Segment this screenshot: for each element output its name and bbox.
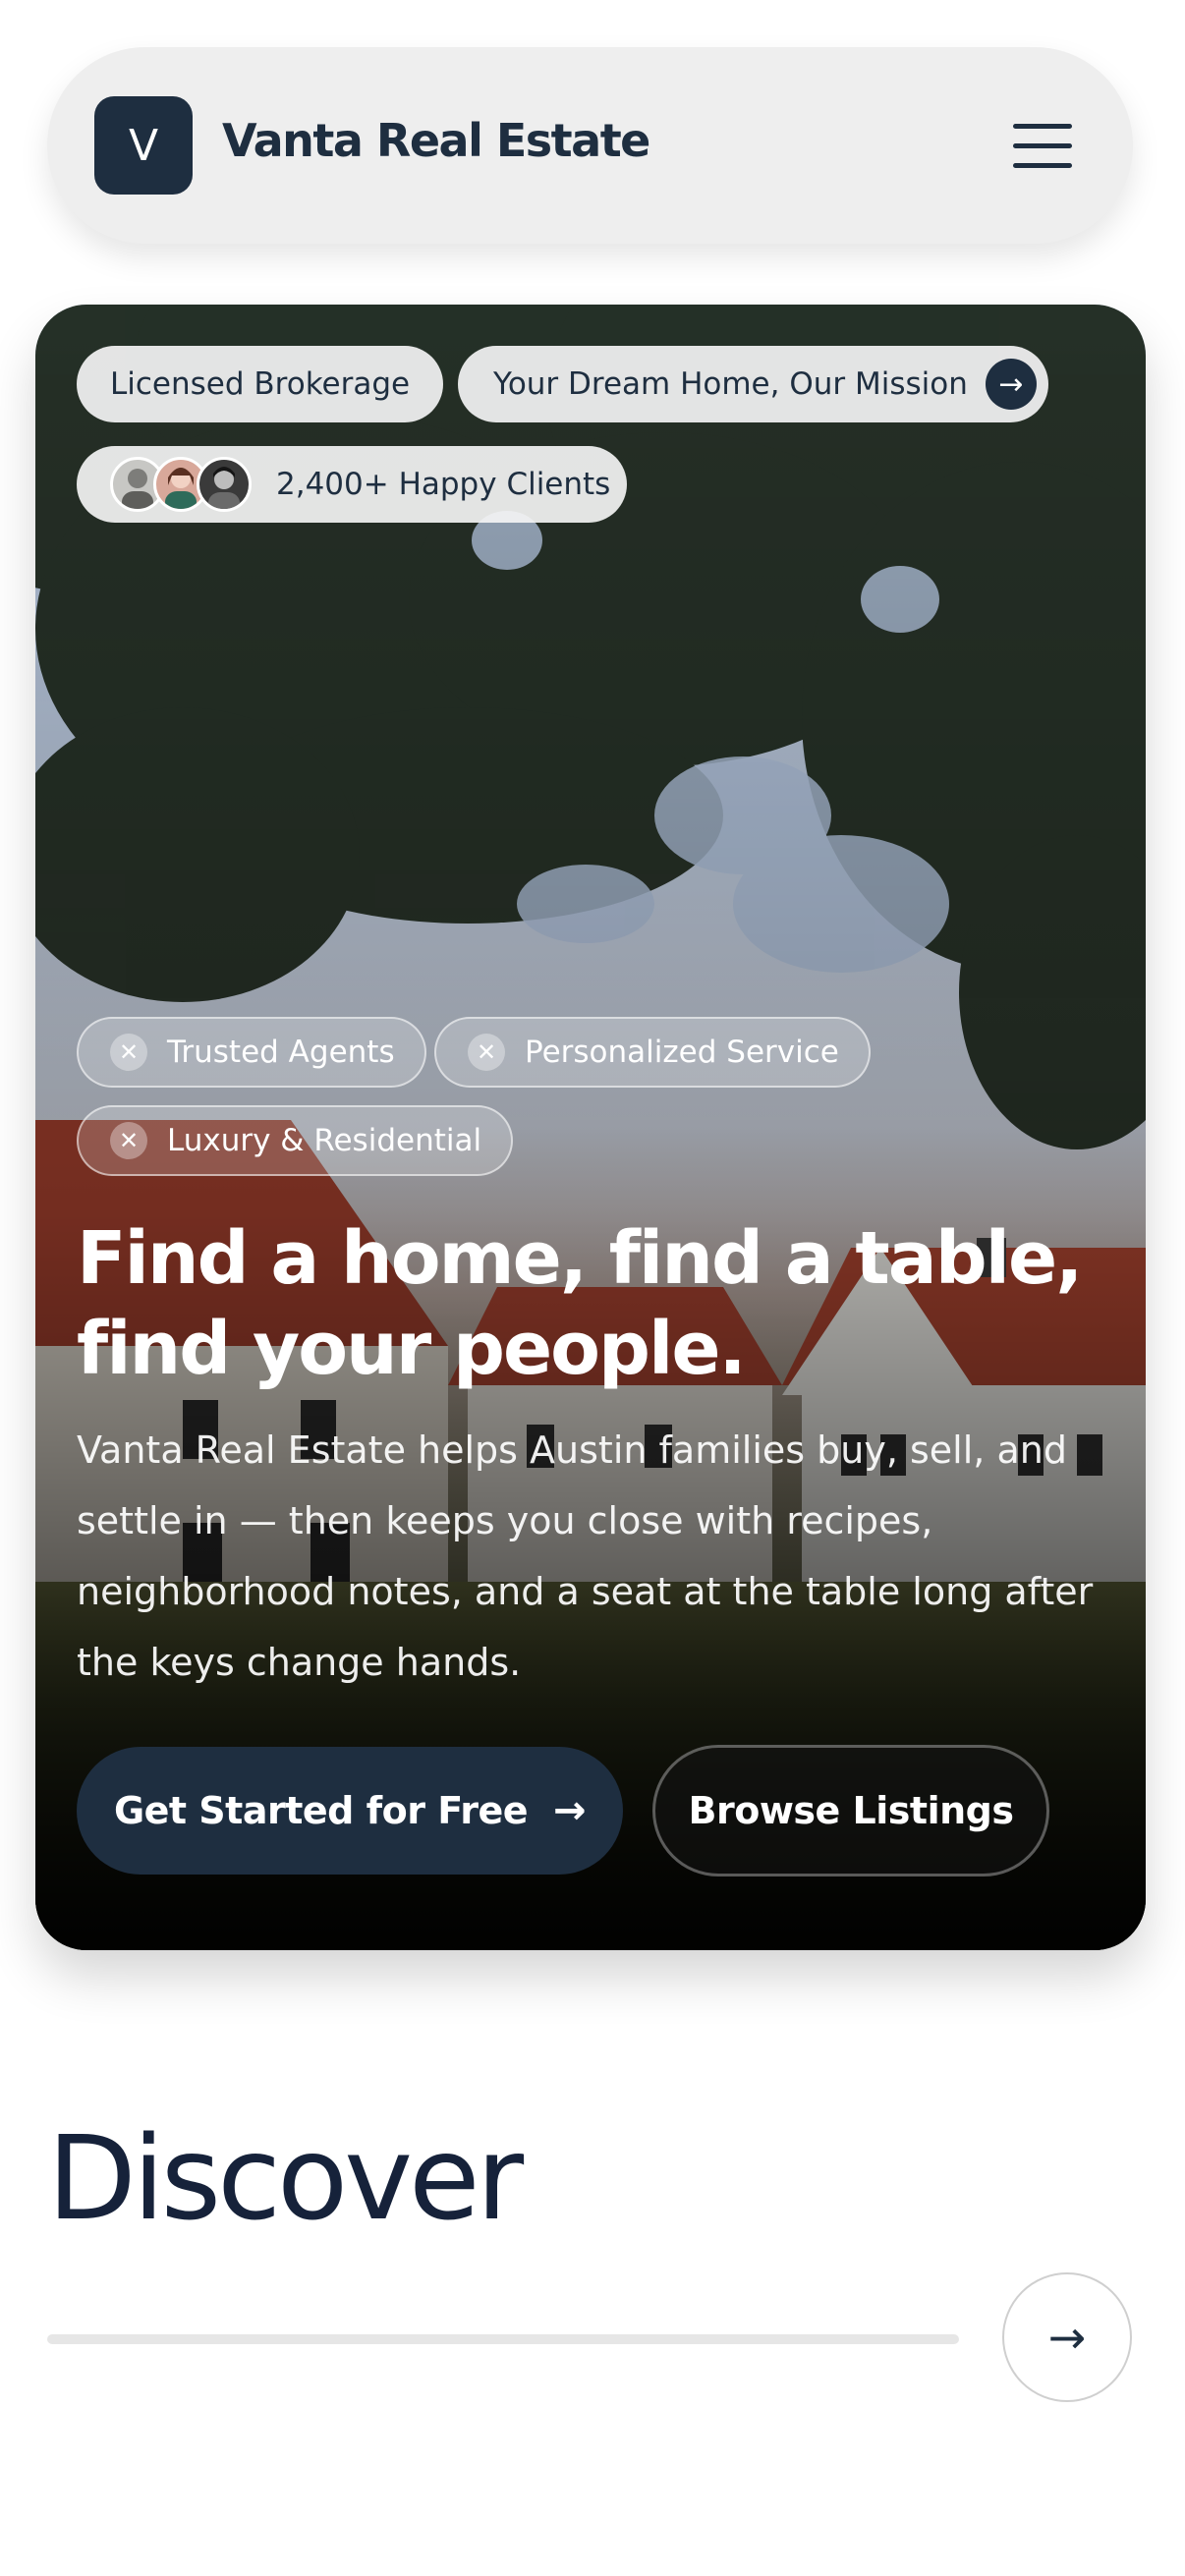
hamburger-menu-icon[interactable]	[1011, 118, 1074, 173]
tag-label: Personalized Service	[525, 1035, 839, 1070]
tag-label: Trusted Agents	[167, 1035, 395, 1070]
browse-listings-button[interactable]: Browse Listings	[652, 1745, 1049, 1876]
browse-listings-label: Browse Listings	[688, 1789, 1014, 1832]
get-started-label: Get Started for Free	[113, 1789, 529, 1832]
arrow-right-icon: →	[553, 1788, 587, 1833]
mission-label: Your Dream Home, Our Mission	[493, 366, 968, 402]
logo-icon[interactable]: V	[94, 96, 193, 195]
hero-title: Find a home, find a table, find your peo…	[77, 1213, 1118, 1394]
hero-section: Licensed Brokerage Your Dream Home, Our …	[35, 305, 1146, 1950]
tag-trusted-agents[interactable]: ✕ Trusted Agents	[77, 1017, 426, 1088]
site-header: V Vanta Real Estate	[47, 47, 1133, 244]
next-arrow-icon[interactable]: →	[1002, 2272, 1132, 2402]
hero-description: Vanta Real Estate helps Austin families …	[77, 1428, 1094, 1684]
happy-clients-badge: 2,400+ Happy Clients	[77, 446, 627, 523]
hero-title-line-1: Find a home, find a table,	[77, 1216, 1083, 1301]
brand-name[interactable]: Vanta Real Estate	[222, 114, 650, 167]
tag-personalized-service[interactable]: ✕ Personalized Service	[434, 1017, 871, 1088]
carousel-progress-track[interactable]	[47, 2334, 959, 2344]
mission-badge[interactable]: Your Dream Home, Our Mission →	[458, 346, 1048, 422]
client-avatar-3	[197, 457, 252, 512]
close-icon[interactable]: ✕	[468, 1034, 505, 1071]
discover-title: Discover	[47, 2110, 524, 2246]
licensed-brokerage-badge: Licensed Brokerage	[77, 346, 444, 422]
arrow-right-icon[interactable]: →	[985, 359, 1037, 410]
happy-clients-label: 2,400+ Happy Clients	[276, 467, 611, 502]
licensed-brokerage-label: Licensed Brokerage	[110, 366, 411, 402]
hero-title-line-2: find your people.	[77, 1307, 747, 1391]
close-icon[interactable]: ✕	[110, 1122, 147, 1159]
get-started-button[interactable]: Get Started for Free →	[77, 1747, 623, 1875]
close-icon[interactable]: ✕	[110, 1034, 147, 1071]
tag-luxury-residential[interactable]: ✕ Luxury & Residential	[77, 1105, 514, 1176]
tag-label: Luxury & Residential	[167, 1123, 482, 1158]
